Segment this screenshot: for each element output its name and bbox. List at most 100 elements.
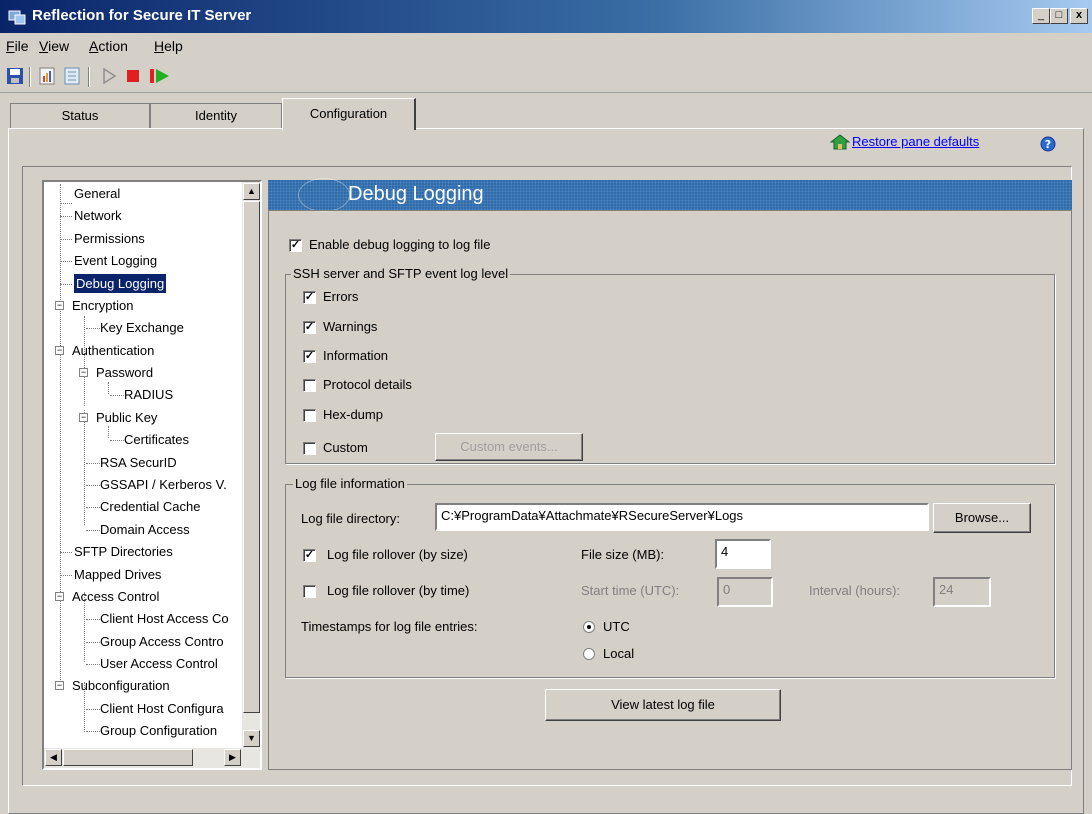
collapse-icon[interactable]: − — [55, 301, 64, 310]
tab-identity[interactable]: Identity — [150, 103, 282, 129]
information-checkbox[interactable]: ✓ — [303, 350, 316, 363]
file-size-label: File size (MB): — [581, 547, 665, 562]
errors-checkbox[interactable]: ✓ — [303, 291, 316, 304]
tree-item-client-host-config[interactable]: Client Host Configura — [86, 699, 224, 718]
custom-checkbox[interactable] — [303, 442, 316, 455]
tree-vscroll-thumb[interactable] — [243, 201, 260, 713]
tree-item-event-logging[interactable]: Event Logging — [60, 251, 157, 270]
restart-icon[interactable] — [148, 67, 172, 85]
header-decoration — [298, 178, 350, 212]
tree-item-access-control[interactable]: Access Control — [72, 587, 159, 606]
app-icon — [8, 10, 26, 25]
protocol-details-checkbox[interactable] — [303, 379, 316, 392]
tree-item-encryption[interactable]: Encryption — [72, 296, 133, 315]
interval-input[interactable]: 24 — [933, 577, 991, 607]
tree-item-credential-cache[interactable]: Credential Cache — [86, 497, 200, 516]
local-radio[interactable] — [583, 648, 595, 660]
protocol-details-label: Protocol details — [323, 377, 412, 392]
restore-pane-defaults-link[interactable]: Restore pane defaults — [852, 134, 979, 149]
local-radio-label: Local — [603, 646, 635, 661]
tree-item-mapped-drives[interactable]: Mapped Drives — [60, 565, 161, 584]
log-file-group-title: Log file information — [293, 476, 407, 491]
tree-item-debug-logging[interactable]: Debug Logging — [60, 274, 167, 293]
collapse-icon[interactable]: − — [55, 346, 64, 355]
toolbar-separator — [29, 67, 31, 87]
close-button[interactable]: x — [1070, 8, 1088, 24]
enable-debug-label: Enable debug logging to log file — [309, 237, 491, 252]
debug-logging-pane: ✓ Enable debug logging to log file SSH s… — [268, 210, 1072, 770]
report-icon[interactable] — [38, 67, 56, 85]
save-icon[interactable] — [6, 67, 24, 85]
maximize-button[interactable]: □ — [1050, 8, 1068, 24]
errors-label: Errors — [323, 289, 359, 304]
toolbar — [0, 59, 1092, 93]
tree-item-user-access[interactable]: User Access Control — [86, 654, 218, 673]
tree-item-rsa-securid[interactable]: RSA SecurID — [86, 453, 177, 472]
rollover-size-checkbox[interactable]: ✓ — [303, 549, 316, 562]
start-time-input[interactable]: 0 — [717, 577, 773, 607]
collapse-icon[interactable]: − — [55, 681, 64, 690]
restore-icon[interactable] — [830, 134, 850, 150]
toolbar-separator — [88, 67, 90, 87]
collapse-icon[interactable]: − — [55, 592, 64, 601]
menu-view[interactable]: View — [39, 38, 69, 54]
list-icon[interactable] — [63, 67, 81, 85]
start-time-label: Start time (UTC): — [581, 583, 680, 598]
hex-dump-checkbox[interactable] — [303, 409, 316, 422]
utc-radio-label: UTC — [603, 619, 630, 634]
tree-item-certificates[interactable]: Certificates — [110, 430, 189, 449]
scroll-down-icon[interactable]: ▼ — [243, 730, 260, 747]
scroll-left-icon[interactable]: ◀ — [45, 749, 62, 766]
tab-configuration[interactable]: Configuration — [282, 98, 416, 130]
tree-item-key-exchange[interactable]: Key Exchange — [86, 318, 184, 337]
warnings-label: Warnings — [323, 319, 378, 334]
title-bar: Reflection for Secure IT Server _ □ x — [0, 0, 1092, 33]
tree-hscroll-thumb[interactable] — [63, 749, 193, 766]
view-latest-log-button[interactable]: View latest log file — [545, 689, 781, 721]
browse-button[interactable]: Browse... — [933, 503, 1031, 533]
menu-help[interactable]: Help — [154, 38, 183, 54]
collapse-icon[interactable]: − — [79, 368, 88, 377]
log-level-group-title: SSH server and SFTP event log level — [291, 266, 511, 281]
interval-label: Interval (hours): — [809, 583, 901, 598]
timestamps-label: Timestamps for log file entries: — [301, 619, 478, 634]
tree-item-subconfiguration[interactable]: Subconfiguration — [72, 676, 170, 695]
hex-dump-label: Hex-dump — [323, 407, 383, 422]
scroll-up-icon[interactable]: ▲ — [243, 183, 260, 200]
start-icon[interactable] — [100, 67, 118, 85]
tree-item-group-config[interactable]: Group Configuration — [86, 721, 217, 740]
utc-radio[interactable] — [583, 621, 595, 633]
collapse-icon[interactable]: − — [79, 413, 88, 422]
tree-item-permissions[interactable]: Permissions — [60, 229, 145, 248]
tree-item-radius[interactable]: RADIUS — [110, 385, 173, 404]
enable-debug-checkbox[interactable]: ✓ — [289, 239, 302, 252]
warnings-checkbox[interactable]: ✓ — [303, 321, 316, 334]
log-dir-label: Log file directory: — [301, 511, 400, 526]
rollover-size-label: Log file rollover (by size) — [327, 547, 468, 562]
tree-item-authentication[interactable]: Authentication — [72, 341, 154, 360]
menu-action[interactable]: Action — [89, 38, 128, 54]
log-dir-input[interactable]: C:¥ProgramData¥Attachmate¥RSecureServer¥… — [435, 503, 929, 531]
minimize-button[interactable]: _ — [1032, 8, 1050, 24]
menu-bar: File View Action Help — [0, 33, 1092, 59]
menu-file[interactable]: File — [6, 38, 29, 54]
help-icon[interactable]: ? — [1040, 136, 1056, 152]
tree-item-group-access[interactable]: Group Access Contro — [86, 632, 224, 651]
tree-item-general[interactable]: General — [60, 184, 120, 205]
custom-label: Custom — [323, 440, 368, 455]
custom-events-button[interactable]: Custom events... — [435, 433, 583, 461]
tree-item-password[interactable]: Password — [96, 363, 153, 382]
tree-item-domain-access[interactable]: Domain Access — [86, 520, 190, 539]
config-tree[interactable]: General Network Permissions Event Loggin… — [42, 180, 262, 770]
file-size-input[interactable]: 4 — [715, 539, 771, 569]
rollover-time-checkbox[interactable] — [303, 585, 316, 598]
pane-header: Debug Logging — [268, 178, 1072, 212]
tree-item-network[interactable]: Network — [60, 206, 122, 225]
stop-icon[interactable] — [124, 67, 142, 85]
tree-item-sftp-directories[interactable]: SFTP Directories — [60, 542, 173, 561]
tree-item-client-host-access[interactable]: Client Host Access Co — [86, 609, 229, 628]
tab-status[interactable]: Status — [10, 103, 150, 129]
tree-item-gssapi[interactable]: GSSAPI / Kerberos V. — [86, 475, 227, 494]
tree-item-public-key[interactable]: Public Key — [96, 408, 157, 427]
scroll-right-icon[interactable]: ▶ — [224, 749, 241, 766]
